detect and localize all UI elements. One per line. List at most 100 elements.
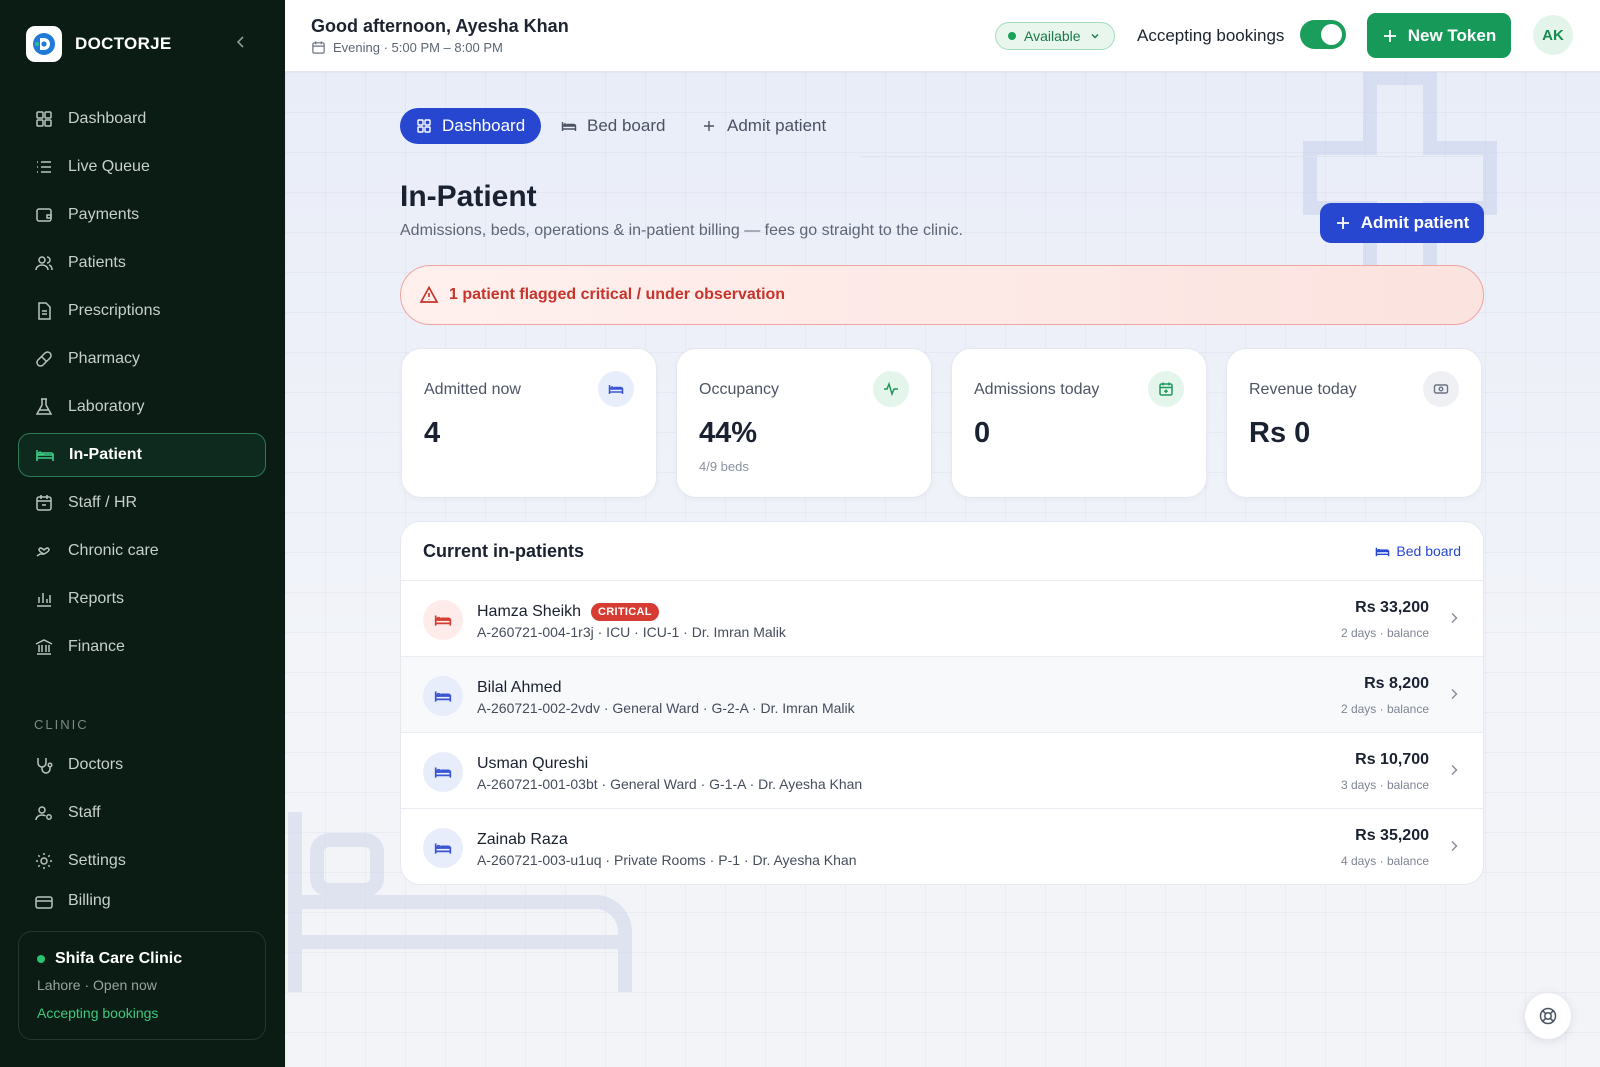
- status-dot: [1008, 32, 1016, 40]
- stat-label: Revenue today: [1249, 381, 1357, 398]
- greeting: Good afternoon, Ayesha Khan: [311, 16, 569, 36]
- sidebar-item-billing[interactable]: Billing: [18, 887, 266, 915]
- admit-patient-label: Admit patient: [1360, 213, 1470, 232]
- plus-icon: [1336, 217, 1349, 229]
- sidebar-item-label: Dashboard: [68, 110, 147, 127]
- patient-balance: Rs 35,200: [1355, 827, 1429, 844]
- patient-name: Usman Qureshi: [477, 755, 589, 772]
- stat-card-admissions-today: Admissions today 0: [951, 348, 1207, 498]
- patient-stay: 2 days · balance: [1340, 702, 1429, 716]
- bank-icon: [35, 639, 53, 655]
- availability-dropdown[interactable]: Available: [995, 22, 1115, 50]
- bed-icon: [423, 676, 463, 716]
- doctorje-logo-icon: [26, 26, 62, 62]
- cash-icon: [1423, 371, 1459, 407]
- bed-icon: [423, 600, 463, 640]
- stat-sub: 4/9 beds: [699, 459, 749, 474]
- patient-meta: A-260721-002-2vdv · General Ward · G-2-A…: [477, 700, 855, 716]
- brand[interactable]: DOCTORJE: [26, 26, 172, 62]
- sidebar-item-label: Laboratory: [68, 398, 145, 415]
- sidebar-item-label: Finance: [68, 638, 125, 655]
- sidebar-item-patients[interactable]: Patients: [18, 241, 266, 285]
- sidebar-item-settings[interactable]: Settings: [18, 839, 266, 883]
- wallet-icon: [36, 208, 52, 222]
- top-bar: Good afternoon, Ayesha Khan Evening · 5:…: [285, 0, 1600, 72]
- sidebar-item-pharmacy[interactable]: Pharmacy: [18, 337, 266, 381]
- sidebar-item-in-patient[interactable]: In-Patient: [18, 433, 266, 477]
- sidebar-item-finance[interactable]: Finance: [18, 625, 266, 669]
- stat-card-revenue-today: Revenue today Rs 0: [1226, 348, 1482, 498]
- patient-balance: Rs 8,200: [1364, 675, 1429, 692]
- stat-label: Admitted now: [424, 381, 521, 398]
- sidebar-item-doctors[interactable]: Doctors: [18, 743, 266, 787]
- sidebar-item-reports[interactable]: Reports: [18, 577, 266, 621]
- user-cog-icon: [35, 806, 52, 821]
- tab-bed-board[interactable]: Bed board: [561, 108, 665, 144]
- sidebar-item-label: Staff / HR: [68, 494, 138, 511]
- sidebar-item-staff-hr[interactable]: Staff / HR: [18, 481, 266, 525]
- patient-name: Bilal Ahmed: [477, 679, 562, 696]
- patient-name-row: Hamza Sheikh CRITICAL: [477, 603, 659, 621]
- sidebar-item-label: In-Patient: [69, 446, 142, 463]
- bed-icon: [598, 371, 634, 407]
- critical-alert-banner[interactable]: 1 patient flagged critical / under obser…: [400, 265, 1484, 325]
- sidebar-item-label: Prescriptions: [68, 302, 161, 319]
- toggle-knob: [1321, 24, 1342, 45]
- pill-icon: [36, 351, 52, 367]
- stat-label: Admissions today: [974, 381, 1100, 398]
- tab-label: Dashboard: [442, 116, 526, 135]
- stat-value: Rs 0: [1249, 417, 1311, 449]
- bed-icon: [423, 828, 463, 868]
- avatar[interactable]: AK: [1533, 15, 1573, 55]
- inpatient-list: Hamza Sheikh CRITICAL A-260721-004-1r3j …: [401, 581, 1483, 884]
- admit-patient-button[interactable]: Admit patient: [1320, 203, 1484, 243]
- patient-stay: 3 days · balance: [1340, 778, 1429, 792]
- sidebar: DOCTORJE Dashboard Live Queue Payments P…: [0, 0, 285, 1067]
- patient-balance: Rs 33,200: [1355, 599, 1429, 616]
- chevron-right-icon: [1451, 688, 1458, 700]
- availability-label: Available: [1024, 28, 1081, 44]
- sidebar-section-clinic: CLINIC: [34, 717, 89, 732]
- sidebar-item-laboratory[interactable]: Laboratory: [18, 385, 266, 429]
- bed-board-link[interactable]: Bed board: [1375, 543, 1461, 559]
- calendar-plus-icon: [1148, 371, 1184, 407]
- tab-label: Bed board: [587, 116, 666, 135]
- clinic-online-dot: [37, 955, 45, 963]
- bed-icon: [423, 752, 463, 792]
- patient-meta: A-260721-001-03bt · General Ward · G-1-A…: [477, 776, 863, 792]
- sidebar-item-live-queue[interactable]: Live Queue: [18, 145, 266, 189]
- patient-name-row: Usman Qureshi: [477, 755, 588, 773]
- tab-dashboard[interactable]: Dashboard: [400, 108, 542, 144]
- chevron-down-icon: [1091, 34, 1099, 39]
- patient-balance: Rs 10,700: [1355, 751, 1429, 768]
- clinic-name: Shifa Care Clinic: [55, 950, 183, 967]
- sidebar-item-dashboard[interactable]: Dashboard: [18, 97, 266, 141]
- plus-icon: [704, 121, 714, 131]
- sidebar-item-label: Payments: [68, 206, 140, 223]
- patient-meta: A-260721-004-1r3j · ICU · ICU-1 · Dr. Im…: [477, 624, 786, 640]
- help-button[interactable]: [1525, 993, 1571, 1039]
- patient-stay: 2 days · balance: [1340, 626, 1429, 640]
- calendar-icon: [36, 495, 52, 511]
- bed-icon: [1376, 547, 1390, 556]
- sidebar-item-prescriptions[interactable]: Prescriptions: [18, 289, 266, 333]
- users-icon: [35, 256, 53, 271]
- table-row[interactable]: Bilal Ahmed A-260721-002-2vdv · General …: [401, 657, 1483, 733]
- calendar-icon: [312, 41, 325, 54]
- sidebar-item-label: Staff: [68, 804, 101, 821]
- flask-icon: [35, 398, 53, 415]
- alert-text: 1 patient flagged critical / under obser…: [449, 286, 786, 303]
- collapse-sidebar-icon[interactable]: [233, 34, 249, 50]
- new-token-button[interactable]: New Token: [1367, 13, 1511, 58]
- table-row[interactable]: Hamza Sheikh CRITICAL A-260721-004-1r3j …: [401, 581, 1483, 657]
- sidebar-item-staff[interactable]: Staff: [18, 791, 266, 835]
- table-row[interactable]: Usman Qureshi A-260721-001-03bt · Genera…: [401, 733, 1483, 809]
- tab-admit-patient[interactable]: Admit patient: [701, 108, 826, 144]
- sidebar-item-payments[interactable]: Payments: [18, 193, 266, 237]
- clinic-status: Accepting bookings: [37, 1005, 159, 1021]
- accepting-bookings-toggle[interactable]: [1300, 20, 1346, 49]
- stat-card-admitted-now: Admitted now 4: [401, 348, 657, 498]
- clinic-card[interactable]: Shifa Care Clinic Lahore · Open now Acce…: [18, 931, 266, 1040]
- sidebar-item-chronic-care[interactable]: Chronic care: [18, 529, 266, 573]
- table-row[interactable]: Zainab Raza A-260721-003-u1uq · Private …: [401, 809, 1483, 884]
